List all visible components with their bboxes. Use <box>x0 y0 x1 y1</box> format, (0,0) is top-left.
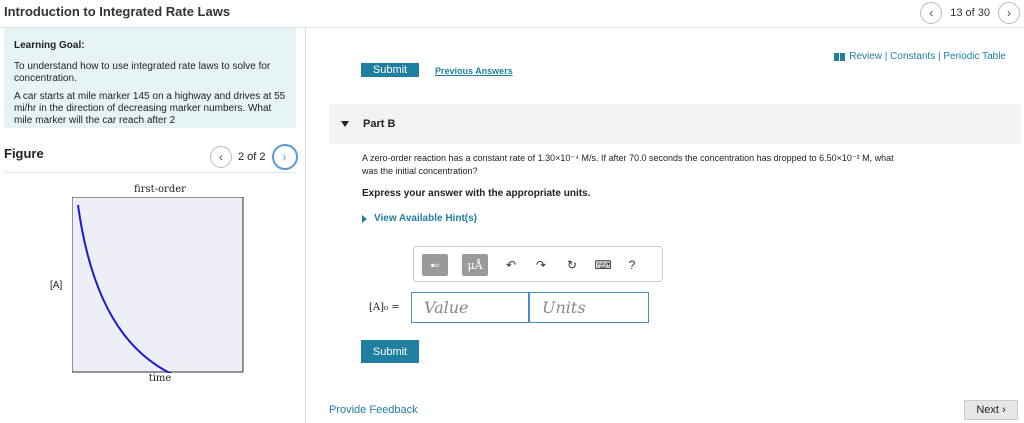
provide-feedback-link[interactable]: Provide Feedback <box>329 404 418 416</box>
hints-label[interactable]: View Available Hint(s) <box>374 213 477 224</box>
units-button[interactable]: μÅ <box>462 254 488 276</box>
graph-title: first-order <box>134 184 186 195</box>
question-line-2: was the initial concentration? <box>362 166 478 176</box>
collapse-triangle-icon <box>341 121 349 127</box>
book-icon <box>834 52 846 61</box>
page-title: Introduction to Integrated Rate Laws <box>4 4 231 19</box>
chevron-left-icon: ‹ <box>929 6 934 20</box>
review-links-text[interactable]: Review | Constants | Periodic Table <box>849 51 1006 62</box>
question-line-1: A zero-order reaction has a constant rat… <box>362 153 894 163</box>
redo-icon: ↷ <box>535 258 547 272</box>
expand-triangle-icon <box>362 214 367 223</box>
chevron-right-icon: › <box>1007 6 1011 20</box>
help-button[interactable]: ? <box>626 254 638 276</box>
undo-button[interactable]: ↶ <box>504 254 518 276</box>
question-text: A zero-order reaction has a constant rat… <box>362 152 1012 178</box>
part-b-label: Part B <box>363 118 396 130</box>
pager: ‹ 13 of 30 › <box>920 2 1020 24</box>
figure-nav: ‹ 2 of 2 › <box>210 144 298 170</box>
answer-toolbar: ▪▫ μÅ ↶ ↷ ↻ ⌨ ? <box>413 246 663 282</box>
templates-icon: ▪▫ <box>430 258 440 272</box>
part-a-submit-button[interactable]: Submit <box>361 63 419 77</box>
right-panel: Submit Previous Answers Review | Constan… <box>307 28 1024 423</box>
first-order-graph <box>72 197 244 373</box>
undo-icon: ↶ <box>505 258 517 272</box>
reset-button[interactable]: ↻ <box>564 254 580 276</box>
submit-button[interactable]: Submit <box>361 340 419 363</box>
chevron-right-icon: › <box>1001 404 1006 416</box>
figure-next-button[interactable]: › <box>271 144 298 170</box>
redo-button[interactable]: ↷ <box>534 254 548 276</box>
answer-label: [A]₀ = <box>369 302 400 313</box>
learning-goal-text: To understand how to use integrated rate… <box>14 61 271 84</box>
pager-text: 13 of 30 <box>950 7 990 19</box>
keyboard-button[interactable]: ⌨ <box>594 254 612 276</box>
next-item-button[interactable]: › <box>998 2 1020 24</box>
chevron-right-icon: › <box>282 150 287 164</box>
units-icon: μÅ <box>467 258 483 272</box>
figure-label: Figure <box>4 146 44 161</box>
part-b-header[interactable]: Part B <box>329 104 1021 144</box>
templates-button[interactable]: ▪▫ <box>422 254 448 276</box>
reset-icon: ↻ <box>566 258 578 272</box>
value-input[interactable]: Value <box>411 292 529 323</box>
chevron-left-icon: ‹ <box>219 150 223 164</box>
learning-goal-box[interactable]: Learning Goal: To understand how to use … <box>4 28 296 128</box>
help-icon: ? <box>628 258 636 272</box>
top-bar: Introduction to Integrated Rate Laws ‹ 1… <box>0 0 1024 28</box>
previous-answers-link[interactable]: Previous Answers <box>435 66 513 76</box>
answer-instruction: Express your answer with the appropriate… <box>362 188 591 199</box>
next-button[interactable]: Next › <box>964 400 1018 420</box>
prev-item-button[interactable]: ‹ <box>920 2 943 24</box>
next-label: Next <box>976 404 999 416</box>
review-links[interactable]: Review | Constants | Periodic Table <box>834 51 1006 62</box>
learning-goal-heading: Learning Goal: <box>14 40 85 51</box>
units-input[interactable]: Units <box>529 292 649 323</box>
learning-goal-example: A car starts at mile marker 145 on a hig… <box>14 91 286 126</box>
graph-y-label: [A] <box>50 280 63 291</box>
figure-count: 2 of 2 <box>238 151 266 163</box>
figure-divider <box>4 172 296 173</box>
answer-row: [A]₀ = Value Units <box>369 292 649 323</box>
figure-prev-button[interactable]: ‹ <box>210 146 232 168</box>
graph-x-label: time <box>148 373 172 384</box>
view-hints-link[interactable]: View Available Hint(s) <box>362 213 477 224</box>
keyboard-icon: ⌨ <box>594 258 612 272</box>
